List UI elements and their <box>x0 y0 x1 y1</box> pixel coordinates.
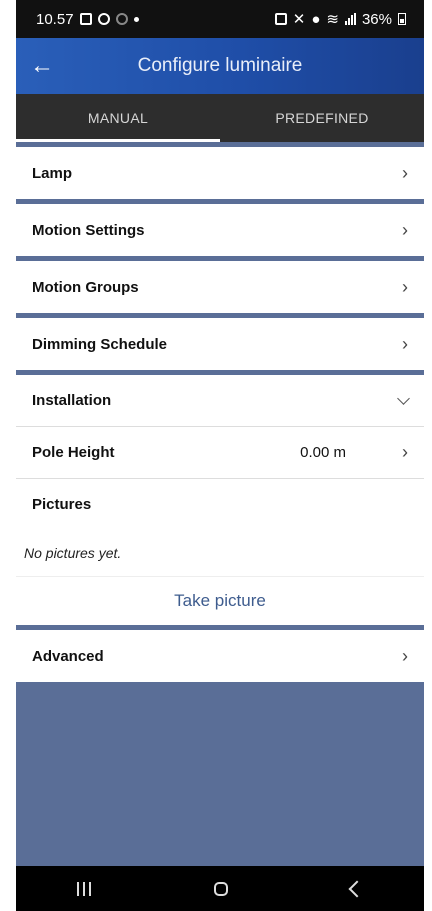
more-dot-icon <box>133 16 139 22</box>
pictures-empty-text: No pictures yet. <box>24 544 122 561</box>
nav-back-button[interactable] <box>348 880 366 897</box>
status-right: ✕ ● ≋ 36% <box>274 10 406 28</box>
system-nav-bar <box>16 866 424 911</box>
pole-height-value: 0.00 m <box>300 444 346 461</box>
tab-bar: MANUAL PREDEFINED <box>16 94 424 142</box>
chevron-right-icon: › <box>402 442 408 462</box>
record-icon <box>115 13 128 25</box>
chevron-right-icon: › <box>402 333 408 354</box>
row-label: Motion Groups <box>32 278 139 296</box>
location-icon: ● <box>311 10 321 28</box>
gallery-icon <box>79 13 92 25</box>
page-title: Configure luminaire <box>137 55 303 76</box>
settings-list: Lamp › Motion Settings › Motion Groups ›… <box>16 142 424 682</box>
signal-icon <box>344 13 356 25</box>
recent-apps-button[interactable] <box>77 881 92 896</box>
status-bar: 10.57 ✕ ● ≋ 36% <box>16 0 424 38</box>
row-lamp[interactable]: Lamp › <box>16 147 424 199</box>
battery-icon <box>398 13 406 25</box>
home-button[interactable] <box>213 881 228 896</box>
take-picture-button[interactable]: Take picture <box>16 576 424 625</box>
row-pole-height[interactable]: Pole Height 0.00 m › <box>16 427 424 479</box>
row-label: Motion Settings <box>32 221 145 239</box>
row-label: Pole Height <box>32 444 115 461</box>
chevron-right-icon: › <box>402 219 408 240</box>
chevron-down-icon <box>397 392 410 405</box>
mute-icon: ✕ <box>292 11 306 28</box>
pictures-section: Pictures No pictures yet. Take picture <box>16 479 424 625</box>
tab-manual[interactable]: MANUAL <box>16 94 220 142</box>
phone-screen: 10.57 ✕ ● ≋ 36% ← Configure luminaire MA… <box>16 0 424 911</box>
status-time: 10.57 <box>36 10 74 28</box>
app-bar: ← Configure luminaire <box>16 38 424 94</box>
row-motion-groups[interactable]: Motion Groups › <box>16 261 424 313</box>
row-advanced[interactable]: Advanced › <box>16 630 424 682</box>
chevron-right-icon: › <box>402 276 408 297</box>
row-label: Advanced <box>32 647 104 665</box>
pictures-heading: Pictures <box>32 495 92 513</box>
tab-predefined[interactable]: PREDEFINED <box>220 94 424 142</box>
wifi-icon: ≋ <box>326 11 339 28</box>
row-installation[interactable]: Installation <box>16 375 424 427</box>
arrow-left-icon: ← <box>30 52 54 79</box>
notification-icon <box>97 13 110 25</box>
row-label: Installation <box>32 392 112 409</box>
row-label: Dimming Schedule <box>32 335 168 353</box>
back-button[interactable]: ← <box>16 38 68 94</box>
chevron-right-icon: › <box>402 645 408 666</box>
row-label: Lamp <box>32 164 73 182</box>
battery-saver-icon <box>274 13 287 25</box>
chevron-right-icon: › <box>402 162 408 183</box>
row-motion-settings[interactable]: Motion Settings › <box>16 204 424 256</box>
status-left: 10.57 <box>36 11 139 28</box>
row-dimming-schedule[interactable]: Dimming Schedule › <box>16 318 424 370</box>
battery-percent: 36% <box>361 10 392 28</box>
